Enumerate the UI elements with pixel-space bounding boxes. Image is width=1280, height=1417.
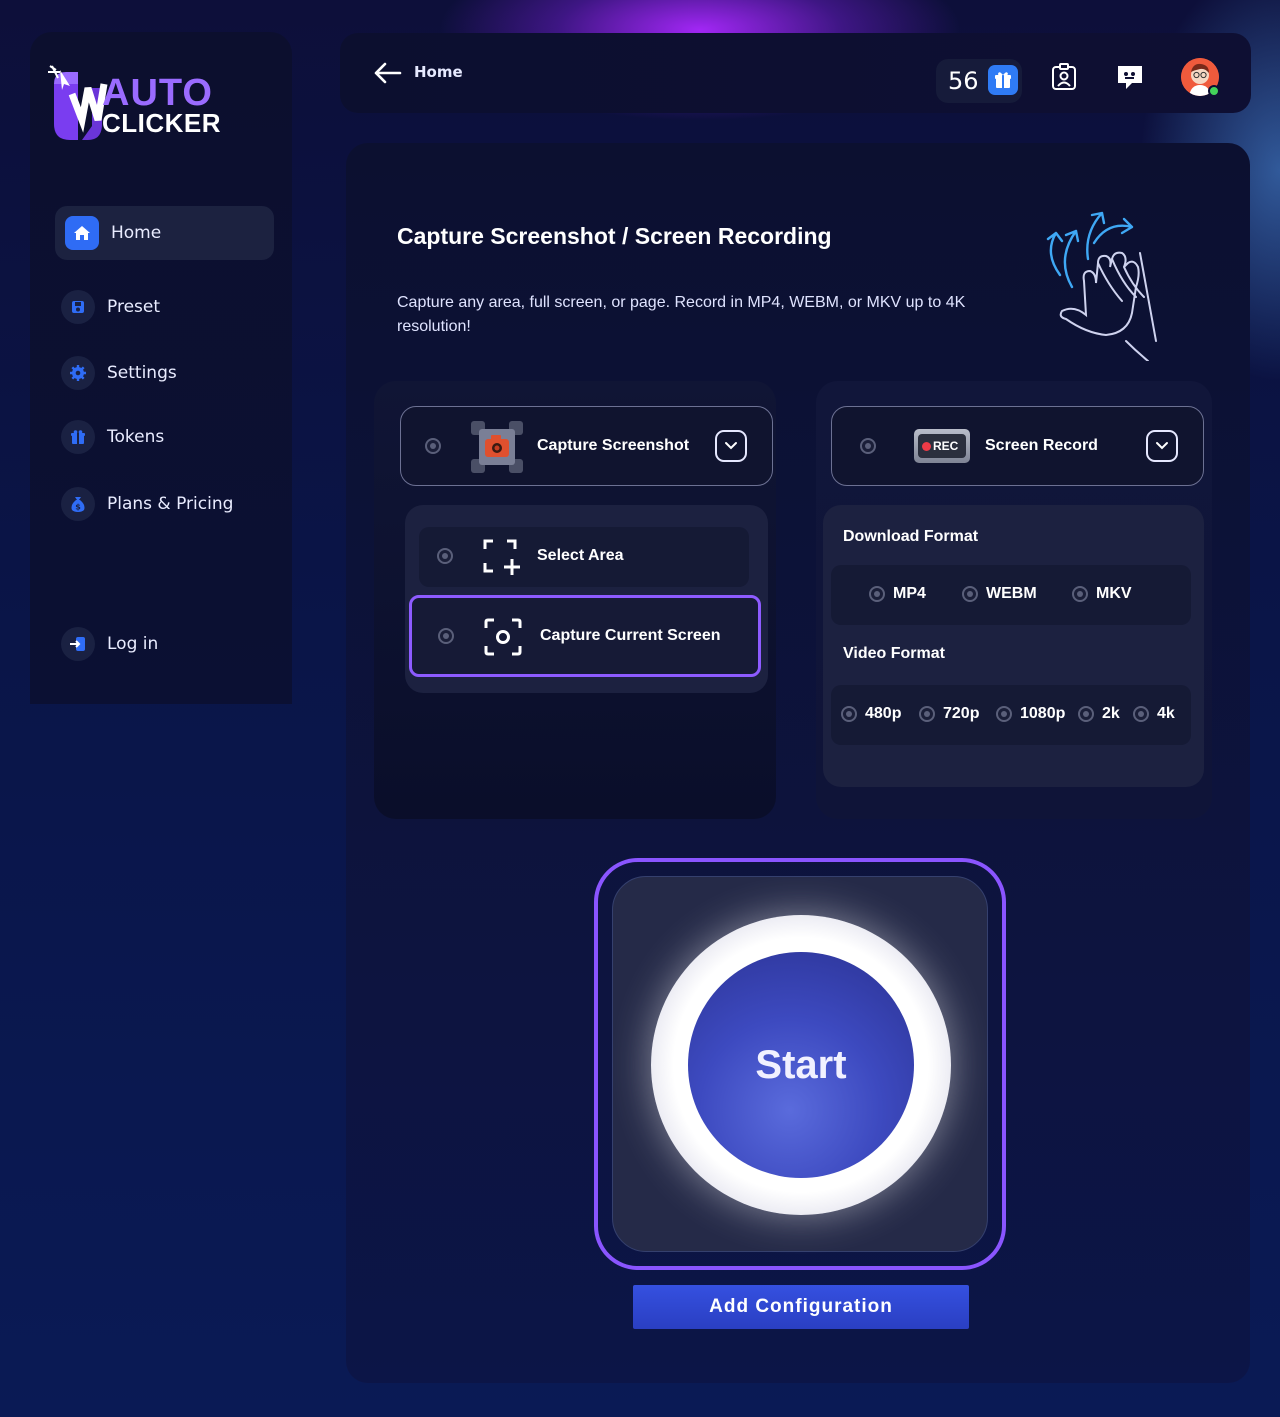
record-mode-label: Screen Record bbox=[985, 437, 1098, 454]
format-option-mp4[interactable]: MP4 bbox=[869, 585, 926, 603]
login-icon bbox=[61, 627, 95, 661]
resolution-label: 2k bbox=[1102, 705, 1120, 722]
start-button-container: Start bbox=[612, 876, 988, 1252]
screen-capture-icon bbox=[484, 618, 522, 656]
login-button[interactable]: Log in bbox=[55, 617, 274, 671]
rec-badge-text: REC bbox=[933, 439, 959, 453]
chat-icon[interactable] bbox=[1114, 61, 1146, 93]
sidebar-item-home[interactable]: Home bbox=[55, 206, 274, 260]
format-radio[interactable] bbox=[869, 586, 885, 602]
sidebar-item-plans-pricing[interactable]: $ Plans & Pricing bbox=[55, 477, 274, 531]
breadcrumb[interactable]: Home bbox=[414, 63, 463, 81]
format-label: WEBM bbox=[986, 585, 1037, 602]
token-counter[interactable]: 56 bbox=[936, 59, 1022, 103]
save-icon bbox=[61, 290, 95, 324]
rec-icon: REC bbox=[914, 429, 970, 463]
resolution-radio[interactable] bbox=[1133, 706, 1149, 722]
screenshot-mode-radio[interactable] bbox=[425, 438, 441, 454]
money-bag-icon: $ bbox=[61, 487, 95, 521]
sidebar-item-label: Settings bbox=[107, 363, 177, 383]
format-option-mkv[interactable]: MKV bbox=[1072, 585, 1132, 603]
sidebar-item-tokens[interactable]: Tokens bbox=[55, 410, 274, 464]
select-area-icon bbox=[483, 539, 520, 575]
resolution-option-4k[interactable]: 4k bbox=[1133, 705, 1175, 723]
start-button[interactable]: Start bbox=[688, 952, 914, 1178]
add-configuration-button[interactable]: Add Configuration bbox=[633, 1285, 969, 1329]
svg-text:$: $ bbox=[75, 503, 81, 512]
format-radio[interactable] bbox=[962, 586, 978, 602]
screenshot-mode-label: Capture Screenshot bbox=[537, 437, 690, 454]
resolution-option-1080p[interactable]: 1080p bbox=[996, 705, 1065, 723]
online-status-dot bbox=[1208, 85, 1220, 97]
camera-frame-icon bbox=[471, 421, 523, 473]
screenshot-card: Capture Screenshot Select Area Capture C… bbox=[374, 381, 776, 819]
resolution-option-480p[interactable]: 480p bbox=[841, 705, 901, 723]
sidebar-item-label: Tokens bbox=[107, 427, 165, 447]
format-radio[interactable] bbox=[1072, 586, 1088, 602]
option-radio[interactable] bbox=[438, 628, 454, 644]
screenshot-options-panel: Select Area Capture Current Screen bbox=[405, 505, 768, 693]
sidebar-item-settings[interactable]: Settings bbox=[55, 346, 274, 400]
logo-mouse-icon bbox=[48, 65, 108, 140]
format-label: MKV bbox=[1096, 585, 1132, 602]
resolution-label: 1080p bbox=[1020, 705, 1066, 722]
chevron-down-icon[interactable] bbox=[715, 430, 747, 462]
sidebar-item-preset[interactable]: Preset bbox=[55, 280, 274, 334]
video-format-group: 480p 720p 1080p 2k 4k bbox=[831, 685, 1191, 745]
sidebar: AUTO CLICKER Home Preset Settings Tokens… bbox=[30, 32, 292, 704]
download-format-title: Download Format bbox=[843, 528, 979, 545]
logo-text-auto: AUTO bbox=[102, 72, 213, 114]
back-arrow-icon[interactable] bbox=[372, 59, 402, 87]
gear-icon bbox=[61, 356, 95, 390]
sidebar-item-label: Home bbox=[111, 223, 162, 243]
resolution-radio[interactable] bbox=[996, 706, 1012, 722]
record-mode-radio[interactable] bbox=[860, 438, 876, 454]
resolution-label: 720p bbox=[943, 705, 980, 722]
option-label: Capture Current Screen bbox=[540, 627, 721, 644]
resolution-label: 4k bbox=[1157, 705, 1175, 722]
logo-text-clicker: CLICKER bbox=[102, 108, 222, 138]
token-count: 56 bbox=[948, 67, 979, 95]
resolution-option-2k[interactable]: 2k bbox=[1078, 705, 1120, 723]
contact-card-icon[interactable] bbox=[1048, 61, 1080, 93]
top-bar: Home 56 bbox=[340, 33, 1251, 113]
record-mode-select[interactable]: REC Screen Record bbox=[831, 406, 1204, 486]
sidebar-item-label: Plans & Pricing bbox=[107, 494, 234, 514]
main-panel: Capture Screenshot / Screen Recording Ca… bbox=[346, 143, 1250, 1383]
page-title: Capture Screenshot / Screen Recording bbox=[397, 223, 832, 249]
resolution-option-720p[interactable]: 720p bbox=[919, 705, 979, 723]
resolution-label: 480p bbox=[865, 705, 902, 722]
screenshot-mode-select[interactable]: Capture Screenshot bbox=[400, 406, 773, 486]
record-options-panel: Download Format MP4 WEBM MKV Video Forma… bbox=[823, 505, 1204, 787]
resolution-radio[interactable] bbox=[841, 706, 857, 722]
logo[interactable]: AUTO CLICKER bbox=[48, 64, 278, 176]
download-format-group: MP4 WEBM MKV bbox=[831, 565, 1191, 625]
gift-icon bbox=[61, 420, 95, 454]
start-button-frame: Start bbox=[594, 858, 1006, 1270]
video-format-title: Video Format bbox=[843, 645, 945, 662]
format-label: MP4 bbox=[893, 585, 926, 602]
start-button-ring: Start bbox=[651, 915, 951, 1215]
option-label: Select Area bbox=[537, 547, 624, 564]
sidebar-item-label: Preset bbox=[107, 297, 161, 317]
record-card: REC Screen Record Download Format MP4 WE… bbox=[816, 381, 1212, 819]
option-select-area[interactable]: Select Area bbox=[419, 527, 749, 587]
option-radio[interactable] bbox=[437, 548, 453, 564]
resolution-radio[interactable] bbox=[1078, 706, 1094, 722]
format-option-webm[interactable]: WEBM bbox=[962, 585, 1037, 603]
login-label: Log in bbox=[107, 634, 159, 654]
resolution-radio[interactable] bbox=[919, 706, 935, 722]
swipe-hand-icon bbox=[1046, 211, 1157, 361]
option-capture-current-screen[interactable]: Capture Current Screen bbox=[409, 595, 761, 677]
page-description: Capture any area, full screen, or page. … bbox=[397, 294, 966, 335]
gift-icon bbox=[988, 65, 1018, 95]
logo-wordmark: AUTO CLICKER bbox=[102, 74, 221, 136]
home-icon bbox=[65, 216, 99, 250]
chevron-down-icon[interactable] bbox=[1146, 430, 1178, 462]
